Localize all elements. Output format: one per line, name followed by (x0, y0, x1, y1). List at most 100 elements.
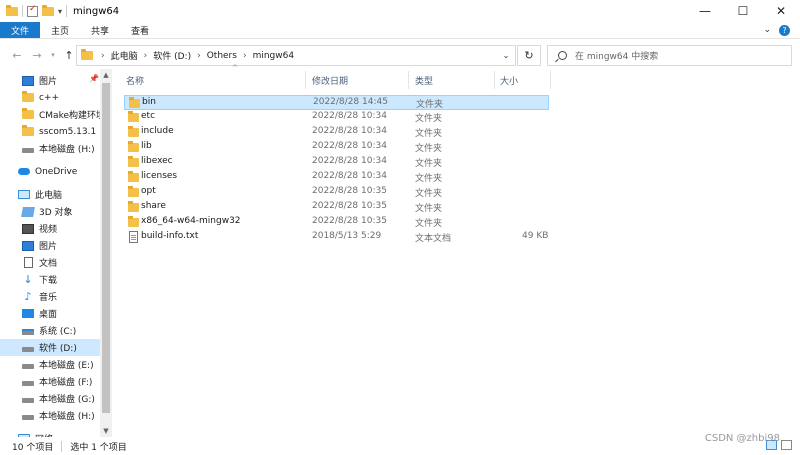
sidebar-item-drive-h[interactable]: 本地磁盘 (H:) (0, 407, 100, 424)
file-row[interactable]: licenses 2022/8/28 10:34 文件夹 (124, 170, 549, 185)
file-name: etc (141, 111, 156, 121)
breadcrumb-chevron-icon[interactable]: › (243, 51, 247, 61)
up-arrow-icon[interactable]: ↑ (62, 49, 76, 62)
folder-icon (129, 97, 140, 108)
file-name: bin (142, 97, 156, 107)
pin-icon[interactable]: 📌 (89, 74, 99, 83)
breadcrumb-others[interactable]: Others (207, 51, 237, 61)
file-row[interactable]: etc 2022/8/28 10:34 文件夹 (124, 110, 549, 125)
quick-access-toolbar: ▾ (0, 4, 68, 17)
column-header-name[interactable]: 名称 (126, 69, 144, 91)
cloud-icon (18, 168, 30, 175)
sidebar-item-label: 3D 对象 (39, 208, 73, 218)
drive-icon (22, 148, 34, 153)
column-header-type[interactable]: 类型 (415, 69, 433, 91)
close-button[interactable]: ✕ (762, 0, 800, 22)
properties-icon[interactable] (27, 4, 38, 17)
sidebar-item-cpp[interactable]: c++ (0, 89, 100, 106)
sidebar-item-drive-f[interactable]: 本地磁盘 (F:) (0, 373, 100, 390)
forward-arrow-icon[interactable]: → (30, 49, 44, 62)
tab-file[interactable]: 文件 (0, 22, 40, 38)
breadcrumb-chevron-icon[interactable]: › (197, 51, 201, 61)
sidebar-item-drive-d[interactable]: 软件 (D:) (0, 339, 100, 356)
address-history-chevron-down-icon[interactable]: ⌄ (497, 46, 515, 65)
tab-view[interactable]: 查看 (120, 22, 160, 38)
sidebar-item-drive-h-quick[interactable]: 本地磁盘 (H:) (0, 140, 100, 157)
sidebar-item-network[interactable]: 网络 (0, 430, 100, 437)
folder-icon (22, 125, 34, 136)
folder-icon (128, 216, 139, 227)
sidebar-item-label: 桌面 (39, 310, 58, 320)
ribbon-right-controls: ⌄ ? (763, 22, 800, 38)
file-row[interactable]: build-info.txt 2018/5/13 5:29 文本文档 49 KB (124, 230, 549, 245)
toolbar-divider (66, 5, 68, 17)
column-header-modified[interactable]: 修改日期 (312, 69, 348, 91)
file-row[interactable]: lib 2022/8/28 10:34 文件夹 (124, 140, 549, 155)
navigation-pane: 图片 📌 c++ CMake构建环境 sscom5.13.1 本地磁盘 (H:)… (0, 69, 112, 437)
sidebar-item-label: OneDrive (35, 166, 78, 177)
sidebar-item-desktop[interactable]: 桌面 (0, 305, 100, 322)
file-row[interactable]: share 2022/8/28 10:35 文件夹 (124, 200, 549, 215)
file-row[interactable]: bin 2022/8/28 14:45 文件夹 (124, 95, 549, 110)
new-folder-icon[interactable] (42, 4, 54, 16)
column-divider[interactable] (408, 71, 409, 89)
sidebar-item-label: 下载 (39, 276, 58, 286)
folder-icon (128, 171, 139, 182)
customize-toolbar-chevron-down-icon[interactable]: ▾ (58, 7, 62, 16)
column-divider[interactable] (494, 71, 495, 89)
scrollbar-thumb[interactable] (102, 83, 110, 413)
file-row[interactable]: x86_64-w64-mingw32 2022/8/28 10:35 文件夹 (124, 215, 549, 230)
file-row[interactable]: include 2022/8/28 10:34 文件夹 (124, 125, 549, 140)
breadcrumb-mingw64[interactable]: mingw64 (253, 51, 295, 61)
maximize-button[interactable]: ☐ (724, 0, 762, 22)
file-row[interactable]: libexec 2022/8/28 10:34 文件夹 (124, 155, 549, 170)
tab-home[interactable]: 主页 (40, 22, 80, 38)
sidebar-item-drive-g[interactable]: 本地磁盘 (G:) (0, 390, 100, 407)
sidebar-item-videos[interactable]: 视频 (0, 220, 100, 237)
computer-icon (18, 190, 30, 199)
sidebar-item-cmake[interactable]: CMake构建环境 (0, 106, 100, 123)
tab-share[interactable]: 共享 (80, 22, 120, 38)
expand-ribbon-chevron-down-icon[interactable]: ⌄ (763, 25, 771, 35)
address-bar[interactable]: › 此电脑 › 软件 (D:) › Others › mingw64 ⌄ (76, 45, 516, 66)
scroll-up-arrow-icon[interactable]: ▲ (100, 69, 112, 81)
back-arrow-icon[interactable]: ← (10, 49, 24, 62)
sidebar-scrollbar[interactable]: ▲ ▼ (100, 69, 112, 437)
breadcrumb-drive-d[interactable]: 软件 (D:) (153, 49, 191, 62)
watermark: CSDN @zhbi98 (704, 433, 780, 444)
sidebar-item-documents[interactable]: 文档 (0, 254, 100, 271)
refresh-button[interactable]: ↻ (517, 45, 541, 66)
3d-objects-icon (21, 206, 35, 217)
help-icon[interactable]: ? (779, 24, 790, 36)
sidebar-item-music[interactable]: ♪ 音乐 (0, 288, 100, 305)
folder-icon (128, 186, 139, 197)
recent-locations-chevron-down-icon[interactable]: ▾ (46, 51, 60, 59)
search-input[interactable]: 在 mingw64 中搜索 (547, 45, 792, 66)
file-row[interactable]: opt 2022/8/28 10:35 文件夹 (124, 185, 549, 200)
file-list-pane: 名称 ^ 修改日期 类型 大小 bin 2022/8/28 14:45 文件夹 etc… (118, 64, 800, 437)
column-divider[interactable] (550, 71, 551, 89)
breadcrumb-chevron-icon[interactable]: › (101, 51, 105, 61)
minimize-button[interactable]: — (686, 0, 724, 22)
sidebar-item-3d-objects[interactable]: 3D 对象 (0, 203, 100, 220)
column-header-size[interactable]: 大小 (500, 69, 518, 91)
breadcrumb-chevron-icon[interactable]: › (144, 51, 148, 61)
sidebar-item-this-pc[interactable]: 此电脑 (0, 186, 100, 203)
scroll-down-arrow-icon[interactable]: ▼ (100, 425, 112, 437)
large-icons-view-icon[interactable] (781, 440, 792, 450)
column-divider[interactable] (305, 71, 306, 89)
sidebar-item-downloads[interactable]: ↓ 下载 (0, 271, 100, 288)
sidebar-item-drive-e[interactable]: 本地磁盘 (E:) (0, 356, 100, 373)
picture-icon (22, 240, 34, 251)
sidebar-item-pictures[interactable]: 图片 (0, 237, 100, 254)
sidebar-item-label: CMake构建环境 (39, 111, 100, 121)
file-modified-date: 2022/8/28 10:35 (312, 201, 387, 211)
sidebar-item-drive-c[interactable]: 系统 (C:) (0, 322, 100, 339)
sidebar-item-onedrive[interactable]: OneDrive (0, 163, 100, 180)
navigation-bar: ← → ▾ ↑ › 此电脑 › 软件 (D:) › Others › mingw… (0, 41, 800, 69)
breadcrumb-this-pc[interactable]: 此电脑 (111, 49, 138, 62)
folder-icon (22, 108, 34, 119)
sidebar-item-sscom[interactable]: sscom5.13.1 (0, 123, 100, 140)
sidebar-item-pictures-quick[interactable]: 图片 (0, 72, 100, 89)
file-modified-date: 2022/8/28 10:35 (312, 216, 387, 226)
